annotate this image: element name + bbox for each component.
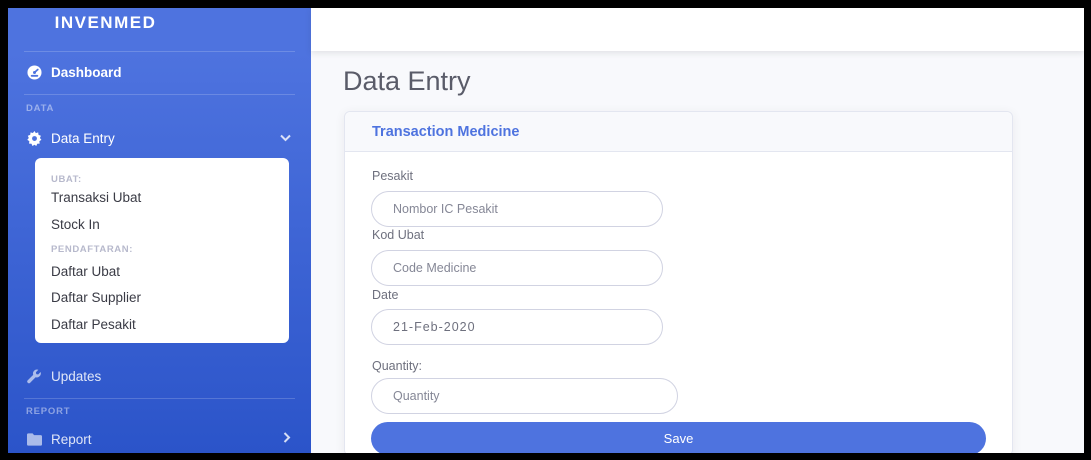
kod-ubat-label: Kod Ubat [372,228,425,242]
sidebar-item-report[interactable]: Report [8,424,311,453]
submenu-heading-ubat: UBAT: [51,174,82,185]
transaction-card: Transaction Medicine Pesakit Kod Ubat Da… [344,111,1013,453]
submenu-item-daftar-pesakit[interactable]: Daftar Pesakit [51,317,136,332]
app-window: INVENMED Dashboard DATA Data Entry UBAT:… [8,8,1084,453]
date-input[interactable] [371,309,663,345]
quantity-label: Quantity: [372,359,423,373]
sidebar-item-label: Data Entry [51,130,115,146]
topbar [311,8,1084,51]
card-header: Transaction Medicine [345,112,1012,152]
data-entry-submenu: UBAT: Transaksi Ubat Stock In PENDAFTARA… [35,158,289,343]
sidebar-item-dashboard[interactable]: Dashboard [8,57,311,87]
sidebar-heading-data: DATA [26,103,55,114]
sidebar-divider [24,398,295,399]
pesakit-input[interactable] [371,191,663,227]
sidebar-divider [24,51,295,52]
brand[interactable]: INVENMED [8,8,311,46]
sidebar-divider [24,94,295,95]
chevron-right-icon [283,432,291,446]
sidebar-item-label: Dashboard [51,64,122,80]
submenu-heading-pendaftaran: PENDAFTARAN: [51,244,133,255]
card-title: Transaction Medicine [372,124,520,140]
pesakit-label: Pesakit [372,169,413,183]
gear-icon [26,130,42,146]
page-title: Data Entry [343,66,471,96]
wrench-icon [26,368,42,384]
sidebar-item-data-entry[interactable]: Data Entry [8,123,311,153]
tachometer-icon [26,64,42,80]
submenu-item-daftar-supplier[interactable]: Daftar Supplier [51,290,141,305]
kod-ubat-input[interactable] [371,250,663,286]
chevron-down-icon [280,131,291,145]
quantity-input[interactable] [371,378,678,414]
save-button[interactable]: Save [371,422,986,453]
sidebar-heading-report: REPORT [26,406,71,417]
submenu-item-daftar-ubat[interactable]: Daftar Ubat [51,264,120,279]
sidebar-item-label: Updates [51,368,102,384]
date-label: Date [372,288,399,302]
sidebar-item-updates[interactable]: Updates [8,361,311,391]
submenu-item-stock-in[interactable]: Stock In [51,217,100,232]
submenu-item-transaksi-ubat[interactable]: Transaksi Ubat [51,190,141,205]
brand-text: INVENMED [54,13,157,32]
sidebar: INVENMED Dashboard DATA Data Entry UBAT:… [8,8,311,453]
sidebar-item-label: Report [51,431,92,447]
folder-icon [26,431,42,447]
